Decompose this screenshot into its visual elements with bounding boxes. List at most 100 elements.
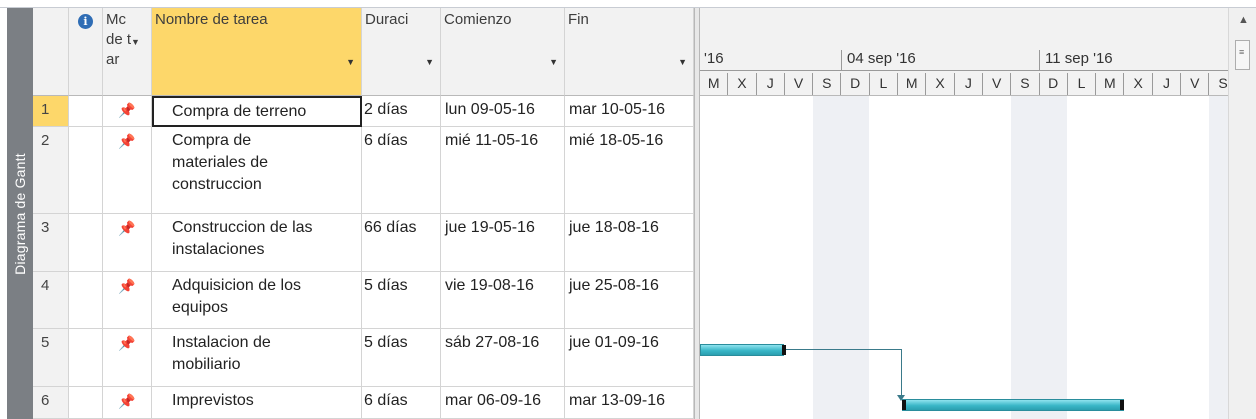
indicator-cell: [69, 329, 103, 387]
duration-cell[interactable]: 66 días: [362, 214, 441, 272]
scroll-thumb[interactable]: ≡: [1235, 40, 1250, 70]
gantt-chart: '16 04 sep '16 11 sep '16 MXJVSDLMXJVSDL…: [700, 8, 1228, 419]
week-divider: [841, 50, 842, 70]
start-cell[interactable]: mié 11-05-16: [441, 127, 565, 214]
finish-cell[interactable]: mié 18-05-16: [565, 127, 694, 214]
header-task-name-label: Nombre de tarea: [155, 11, 268, 28]
indicator-cell: [69, 127, 103, 214]
nonworking-shade: [841, 96, 869, 419]
ribbon-edge: [0, 0, 1256, 8]
gantt-bar-task-6[interactable]: [902, 399, 1124, 411]
timescale-day-label: V: [983, 73, 1012, 95]
row-number[interactable]: 5: [33, 329, 69, 387]
view-bar[interactable]: Diagrama de Gantt: [7, 8, 33, 419]
header-start[interactable]: Comienzo ▼: [441, 8, 565, 96]
task-mode-cell[interactable]: 📌: [103, 329, 152, 387]
timescale-day-label: D: [842, 73, 870, 95]
gantt-bar-end: [782, 345, 786, 355]
header-task-mode[interactable]: Mc de tar ▼: [103, 8, 152, 96]
pin-icon: 📌: [118, 335, 136, 351]
select-all-corner[interactable]: [33, 8, 69, 96]
start-cell[interactable]: mar 06-09-16: [441, 387, 565, 419]
indicator-cell: [69, 96, 103, 127]
task-mode-cell[interactable]: 📌: [103, 214, 152, 272]
duration-cell[interactable]: 5 días: [362, 272, 441, 329]
header-task-name[interactable]: Nombre de tarea ▼: [152, 8, 362, 96]
timescale-week-label: 11 sep '16: [1045, 50, 1113, 67]
task-mode-cell[interactable]: 📌: [103, 96, 152, 127]
row-number[interactable]: 3: [33, 214, 69, 272]
duration-cell[interactable]: 2 días: [362, 96, 441, 127]
timescale-day-label: D: [1040, 73, 1068, 95]
header-indicators[interactable]: i: [69, 8, 103, 96]
timescale-day-label: V: [785, 73, 814, 95]
gantt-bar-task-5[interactable]: [700, 344, 784, 356]
finish-cell[interactable]: jue 18-08-16: [565, 214, 694, 272]
timescale-week-label: '16: [704, 50, 724, 67]
timescale-day-label: L: [870, 73, 899, 95]
task-mode-cell[interactable]: 📌: [103, 127, 152, 214]
dependency-link: [786, 349, 902, 350]
finish-cell[interactable]: mar 13-09-16: [565, 387, 694, 419]
header-start-label: Comienzo: [444, 11, 512, 28]
timescale-day-label: M: [1096, 73, 1125, 95]
duration-cell[interactable]: 6 días: [362, 387, 441, 419]
nonworking-shade: [1039, 96, 1067, 419]
task-mode-cell[interactable]: 📌: [103, 387, 152, 419]
header-duration-label: Duraci: [365, 11, 409, 28]
nonworking-shade: [1011, 96, 1039, 419]
chevron-down-icon[interactable]: ▼: [678, 52, 687, 72]
row-number[interactable]: 2: [33, 127, 69, 214]
start-cell[interactable]: sáb 27-08-16: [441, 329, 565, 387]
indicator-cell: [69, 214, 103, 272]
duration-cell[interactable]: 6 días: [362, 127, 441, 214]
indicator-cell: [69, 387, 103, 419]
finish-cell[interactable]: jue 25-08-16: [565, 272, 694, 329]
timescale-day-label: V: [1181, 73, 1210, 95]
duration-cell[interactable]: 5 días: [362, 329, 441, 387]
finish-cell[interactable]: jue 01-09-16: [565, 329, 694, 387]
task-table: i Mc de tar ▼ Nombre de tarea ▼ Duraci ▼…: [33, 8, 698, 419]
finish-cell[interactable]: mar 10-05-16: [565, 96, 694, 127]
chevron-down-icon[interactable]: ▼: [425, 52, 434, 72]
scroll-up-icon[interactable]: ▲: [1238, 14, 1249, 26]
header-duration[interactable]: Duraci ▼: [362, 8, 441, 96]
start-cell[interactable]: lun 09-05-16: [441, 96, 565, 127]
vertical-scrollbar[interactable]: ▲ ≡: [1228, 8, 1256, 419]
chevron-down-icon[interactable]: ▼: [346, 52, 355, 72]
chevron-down-icon[interactable]: ▼: [549, 52, 558, 72]
timescale-day-label: S: [1011, 73, 1040, 95]
row-number[interactable]: 1: [33, 96, 69, 127]
pin-icon: 📌: [118, 278, 136, 294]
pin-icon: 📌: [118, 220, 136, 236]
header-finish-label: Fin: [568, 11, 589, 28]
start-cell[interactable]: jue 19-05-16: [441, 214, 565, 272]
task-name-cell[interactable]: Imprevistos: [152, 387, 362, 419]
task-name-cell[interactable]: Adquisicion de los equipos: [152, 272, 362, 329]
task-name-cell[interactable]: Construccion de las instalaciones: [152, 214, 362, 272]
task-name-cell[interactable]: Compra de terreno: [152, 96, 362, 127]
task-mode-cell[interactable]: 📌: [103, 272, 152, 329]
chevron-down-icon[interactable]: ▼: [131, 32, 140, 52]
timescale-week-label: 04 sep '16: [847, 50, 916, 67]
timescale-day-label: L: [1068, 73, 1097, 95]
header-finish[interactable]: Fin ▼: [565, 8, 694, 96]
timescale-day-label: X: [926, 73, 955, 95]
row-number[interactable]: 4: [33, 272, 69, 329]
info-icon: i: [78, 14, 93, 29]
row-number[interactable]: 6: [33, 387, 69, 419]
grip-icon: ≡: [1239, 47, 1245, 57]
task-name-cell[interactable]: Compra de materiales de construccion: [152, 127, 362, 214]
start-cell[interactable]: vie 19-08-16: [441, 272, 565, 329]
indicator-cell: [69, 272, 103, 329]
nonworking-shade: [813, 96, 841, 419]
nonworking-shade: [1209, 96, 1228, 419]
pin-icon: 📌: [118, 393, 136, 409]
timescale-day-label: X: [728, 73, 757, 95]
task-name-cell[interactable]: Instalacion de mobiliario: [152, 329, 362, 387]
gantt-bar-end: [1120, 400, 1124, 410]
timescale-day-label: J: [1153, 73, 1182, 95]
timescale-day-label: X: [1125, 73, 1153, 95]
header-task-mode-label: Mc de tar: [106, 11, 132, 68]
timescale-day-row: MXJVSDLMXJVSDLMXJVS: [700, 70, 1228, 96]
